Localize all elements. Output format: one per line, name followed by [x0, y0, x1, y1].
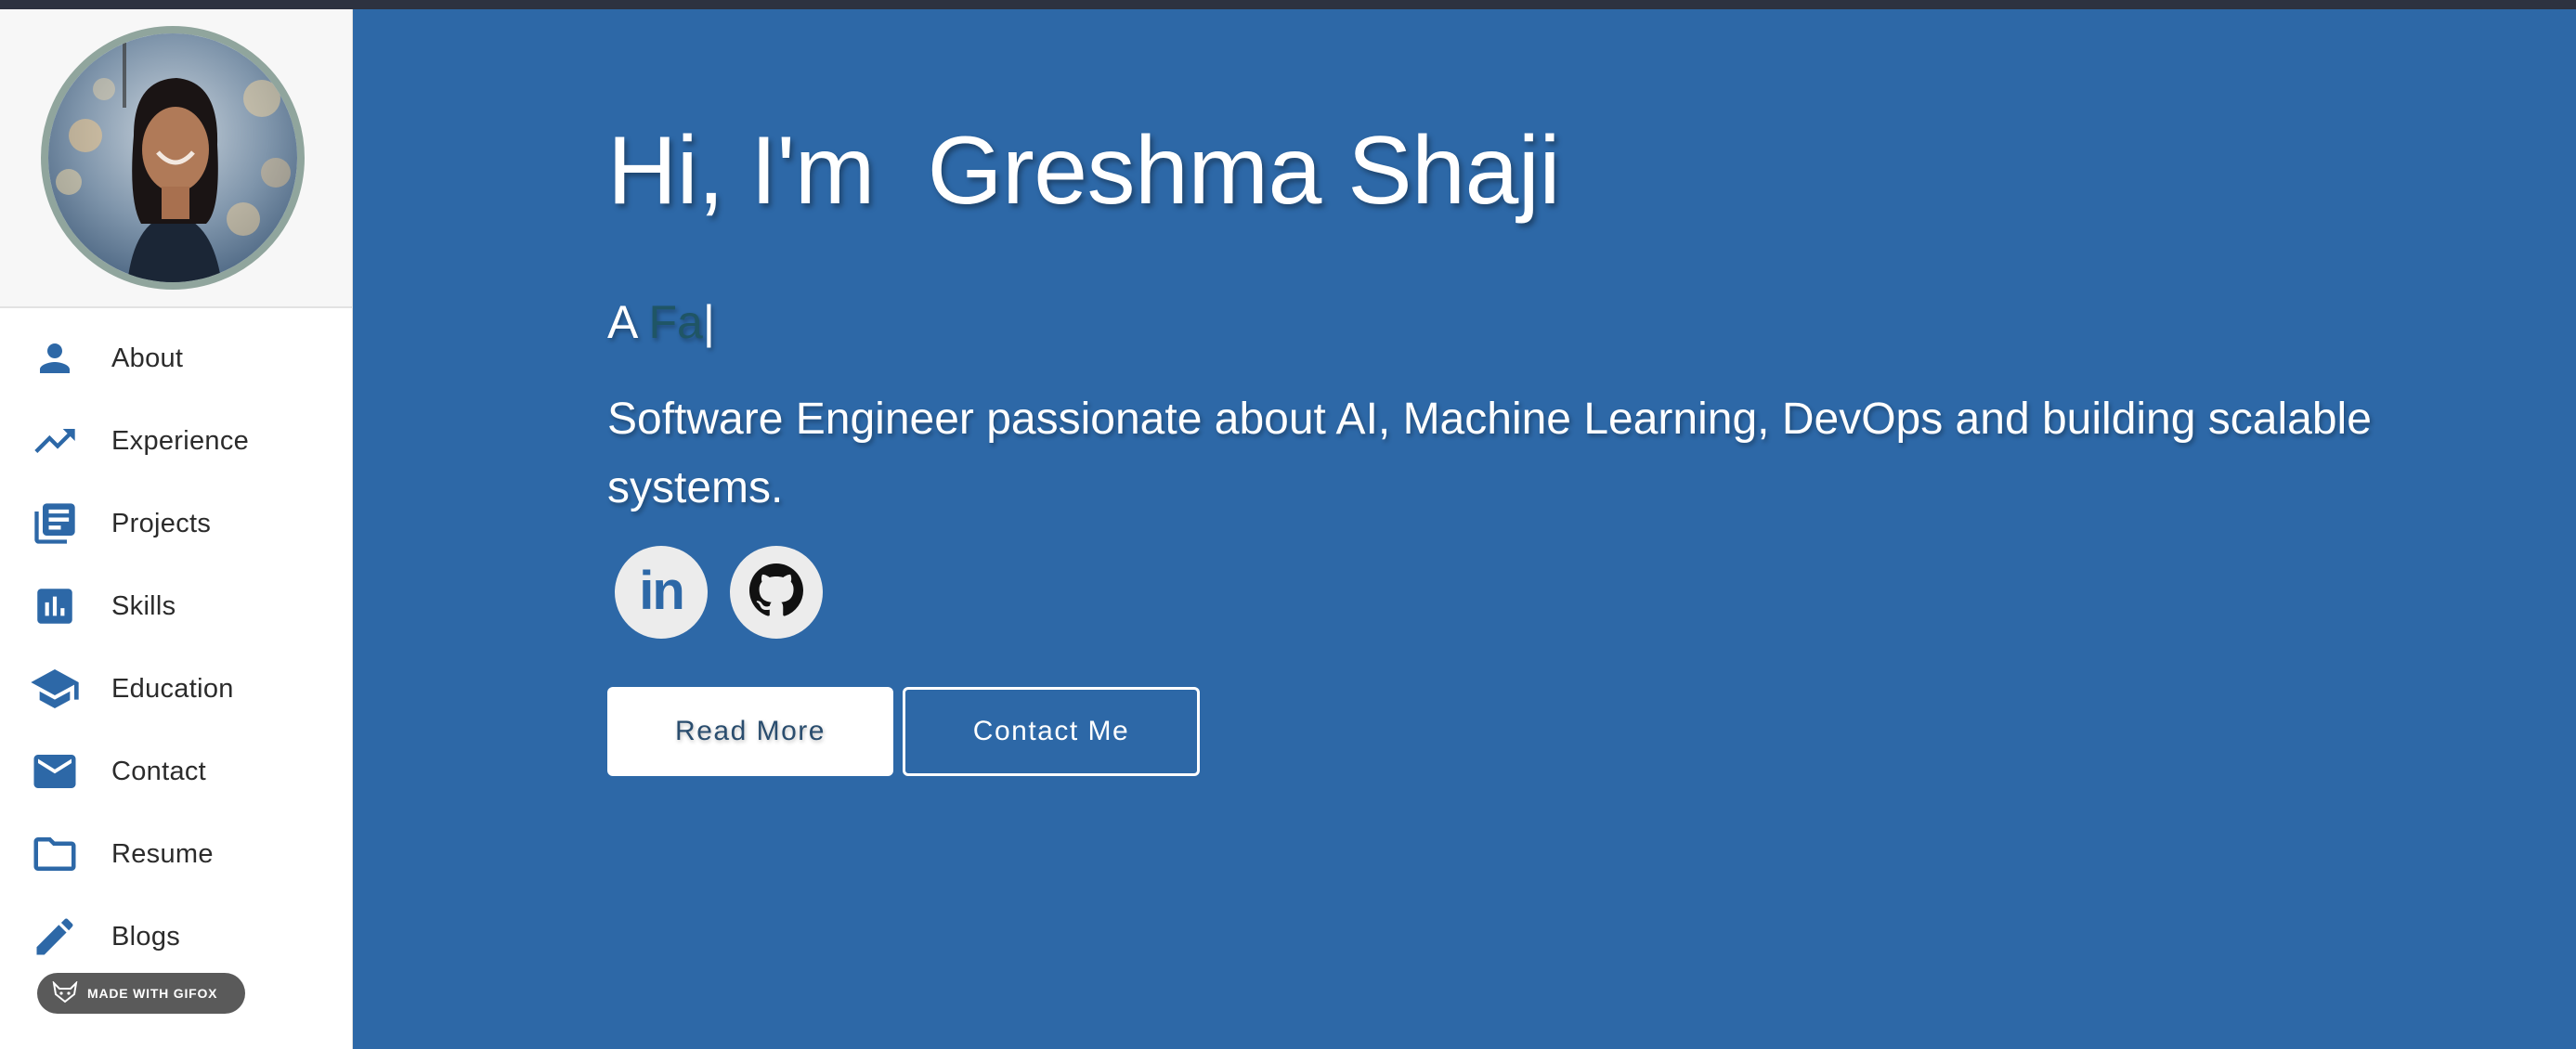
typed-prefix: A — [607, 296, 649, 348]
sidebar: About Experience Projects Skills Educati… — [0, 9, 353, 1049]
page-title: Hi, I'm Greshma Shaji — [607, 117, 1561, 225]
sidebar-item-skills[interactable]: Skills — [0, 569, 352, 643]
folder-icon — [28, 827, 82, 881]
sidebar-item-resume[interactable]: Resume — [0, 817, 352, 891]
bar-chart-icon — [28, 579, 82, 633]
profile-photo — [48, 33, 297, 282]
sidebar-item-blogs[interactable]: Blogs — [0, 900, 352, 974]
sidebar-item-label: Resume — [111, 838, 214, 869]
sidebar-item-label: About — [111, 343, 184, 373]
gifox-badge[interactable]: MADE WITH GIFOX — [37, 973, 245, 1014]
trending-up-icon — [28, 414, 82, 468]
person-icon — [28, 331, 82, 385]
read-more-button[interactable]: Read More — [607, 687, 893, 776]
linkedin-icon: in — [639, 560, 685, 621]
github-icon — [749, 563, 803, 622]
avatar-area — [0, 9, 352, 308]
library-books-icon — [28, 497, 82, 550]
typed-word: Fa — [648, 296, 703, 348]
sidebar-item-label: Contact — [111, 756, 207, 786]
contact-me-button[interactable]: Contact Me — [903, 687, 1200, 776]
fox-icon — [52, 979, 78, 1006]
sidebar-item-projects[interactable]: Projects — [0, 486, 352, 561]
pencil-icon — [28, 910, 82, 964]
github-link[interactable] — [730, 546, 823, 639]
typed-text: A Fa| — [607, 295, 715, 349]
linkedin-link[interactable]: in — [615, 546, 708, 639]
top-bar — [0, 0, 2576, 9]
hero-section: Hi, I'm Greshma Shaji A Fa| Software Eng… — [353, 9, 2576, 1049]
graduation-cap-icon — [28, 662, 82, 716]
sidebar-item-label: Projects — [111, 508, 212, 538]
sidebar-item-about[interactable]: About — [0, 321, 352, 395]
sidebar-item-education[interactable]: Education — [0, 652, 352, 726]
sidebar-item-label: Education — [111, 673, 234, 704]
sidebar-item-experience[interactable]: Experience — [0, 404, 352, 478]
avatar — [41, 26, 305, 290]
sidebar-item-label: Experience — [111, 425, 250, 456]
typing-cursor: | — [702, 296, 715, 348]
mail-icon — [28, 745, 82, 798]
hero-description: Software Engineer passionate about AI, M… — [607, 395, 2372, 512]
sidebar-item-label: Skills — [111, 590, 176, 621]
gifox-badge-label: MADE WITH GIFOX — [87, 986, 218, 1001]
sidebar-item-label: Blogs — [111, 921, 181, 952]
sidebar-item-contact[interactable]: Contact — [0, 734, 352, 809]
